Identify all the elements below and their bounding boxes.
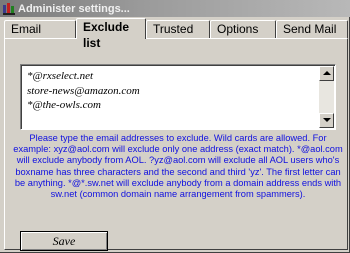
- scroll-up-button[interactable]: [319, 66, 334, 81]
- tab-email-boxes[interactable]: Email boxes: [4, 20, 76, 52]
- arrow-up-icon: [323, 71, 331, 75]
- save-button[interactable]: Save: [20, 231, 108, 251]
- title-bar[interactable]: Administer settings...: [0, 0, 350, 17]
- list-item[interactable]: store-news@amazon.com: [27, 84, 317, 99]
- scroll-down-button[interactable]: [319, 113, 334, 128]
- tab-options[interactable]: Options: [210, 20, 276, 39]
- tab-exclude-list[interactable]: Exclude list: [76, 18, 146, 50]
- tab-trusted-list[interactable]: Trusted list: [146, 20, 210, 52]
- tab-strip: Email boxes Exclude list Trusted list Op…: [4, 18, 348, 52]
- app-icon: [3, 2, 15, 15]
- list-item[interactable]: *@the-owls.com: [27, 98, 317, 113]
- exclude-list-textbox[interactable]: *@rxselect.net store-news@amazon.com *@t…: [20, 64, 336, 130]
- vertical-scrollbar[interactable]: [319, 66, 334, 128]
- window-title: Administer settings...: [18, 2, 130, 15]
- list-item[interactable]: *@rxselect.net: [27, 69, 317, 84]
- arrow-down-icon: [323, 118, 331, 122]
- tab-send-mail[interactable]: Send Mail: [276, 20, 348, 39]
- help-text: Please type the email addresses to exclu…: [13, 133, 343, 200]
- exclude-list-panel: *@rxselect.net store-news@amazon.com *@t…: [4, 38, 348, 251]
- settings-window: Administer settings... Email boxes Exclu…: [0, 0, 350, 253]
